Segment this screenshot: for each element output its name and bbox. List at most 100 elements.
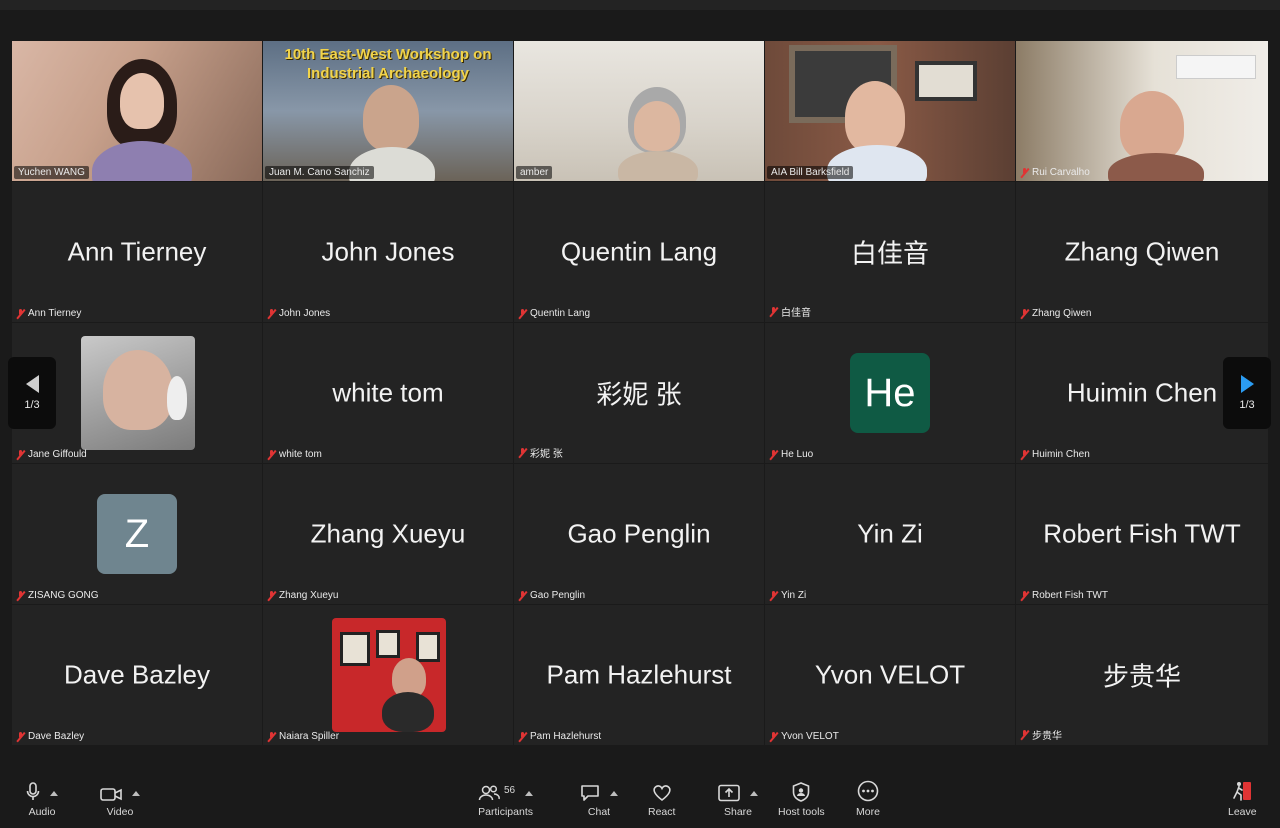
- video-tile-amber[interactable]: amber: [514, 41, 764, 181]
- participants-count: 56: [504, 785, 516, 796]
- muted-mic-icon: [518, 447, 527, 458]
- leave-label: Leave: [1228, 806, 1257, 818]
- muted-mic-icon: [769, 590, 778, 601]
- audio-label: Audio: [28, 806, 56, 818]
- react-button[interactable]: React: [648, 780, 675, 818]
- host-tools-button[interactable]: Host tools: [778, 780, 825, 818]
- muted-mic-icon: [267, 590, 276, 601]
- arrow-right-icon: [1240, 375, 1254, 393]
- participant-display-name: Quentin Lang: [560, 236, 718, 267]
- video-camera-icon: [100, 788, 122, 801]
- participant-display-name: Gao Penglin: [567, 518, 711, 549]
- participant-name-label: Quentin Lang: [518, 308, 590, 319]
- participant-tile[interactable]: Yvon VELOT Yvon VELOT: [765, 605, 1015, 745]
- video-tile-yuchen-wang[interactable]: Yuchen WANG: [12, 41, 262, 181]
- participant-tile[interactable]: 彩妮 张 彩妮 张: [514, 323, 764, 463]
- participant-tile[interactable]: Ann Tierney Ann Tierney: [12, 182, 262, 322]
- muted-mic-icon: [518, 308, 527, 319]
- participant-video: [1016, 41, 1268, 181]
- video-label: Video: [106, 806, 134, 818]
- participant-name-label: Dave Bazley: [16, 731, 84, 742]
- chat-button[interactable]: Chat: [580, 780, 618, 818]
- participant-tile[interactable]: Yin Zi Yin Zi: [765, 464, 1015, 604]
- muted-mic-icon: [769, 731, 778, 742]
- muted-mic-icon: [267, 449, 276, 460]
- participant-name-label: Zhang Xueyu: [267, 590, 339, 601]
- participant-tile[interactable]: John Jones John Jones: [263, 182, 513, 322]
- wall-picture: [915, 61, 977, 101]
- previous-page-button[interactable]: 1/3: [8, 357, 56, 429]
- chat-options-caret-icon[interactable]: [610, 791, 618, 796]
- participant-video: [514, 41, 764, 181]
- participant-name-label: Ann Tierney: [16, 308, 81, 319]
- participants-button[interactable]: 56 Participants: [478, 780, 534, 818]
- participant-name-label: AIA Bill Barksfield: [767, 166, 854, 179]
- participant-name-label: John Jones: [267, 308, 330, 319]
- participant-tile[interactable]: Dave Bazley Dave Bazley: [12, 605, 262, 745]
- participant-tile[interactable]: Gao Penglin Gao Penglin: [514, 464, 764, 604]
- muted-mic-icon: [267, 731, 276, 742]
- participant-name-label: Gao Penglin: [518, 590, 585, 601]
- muted-mic-icon: [267, 308, 276, 319]
- audio-button[interactable]: Audio: [26, 780, 58, 818]
- participant-name-label: Juan M. Cano Sanchiz: [265, 166, 374, 179]
- muted-mic-icon: [1020, 449, 1029, 460]
- window-top-bar: [0, 0, 1280, 10]
- participant-display-name: Yvon VELOT: [814, 659, 966, 690]
- chat-bubble-icon: [581, 785, 599, 801]
- leave-button[interactable]: Leave: [1228, 780, 1257, 818]
- next-page-button[interactable]: 1/3: [1223, 357, 1271, 429]
- share-screen-icon: [718, 784, 740, 802]
- audio-options-caret-icon[interactable]: [50, 791, 58, 796]
- muted-mic-icon: [518, 731, 527, 742]
- participant-tile[interactable]: Naiara Spiller: [263, 605, 513, 745]
- muted-mic-icon: [1020, 167, 1029, 178]
- video-tile-bill-barksfield[interactable]: AIA Bill Barksfield: [765, 41, 1015, 181]
- chat-label: Chat: [587, 806, 611, 818]
- participant-tile[interactable]: Robert Fish TWT Robert Fish TWT: [1016, 464, 1268, 604]
- participant-name-label: amber: [516, 166, 553, 179]
- participant-display-name: John Jones: [321, 236, 455, 267]
- share-button[interactable]: Share: [718, 780, 758, 818]
- participant-video: [765, 41, 1015, 181]
- participant-tile[interactable]: Quentin Lang Quentin Lang: [514, 182, 764, 322]
- participant-name-label: Pam Hazlehurst: [518, 731, 601, 742]
- participant-tile[interactable]: 白佳音 白佳音: [765, 182, 1015, 322]
- participant-tile[interactable]: white tom white tom: [263, 323, 513, 463]
- participant-display-name: white tom: [332, 377, 444, 408]
- muted-mic-icon: [769, 306, 778, 317]
- participant-display-name: Pam Hazlehurst: [546, 659, 732, 690]
- leave-icon: [1233, 782, 1252, 801]
- avatar: Z: [97, 494, 177, 574]
- muted-mic-icon: [16, 449, 25, 460]
- participant-name-label: Jane Giffould: [16, 449, 87, 460]
- shield-icon: [793, 782, 810, 802]
- page-indicator: 1/3: [1239, 399, 1255, 411]
- video-tile-juan-cano[interactable]: 10th East-West Workshop on Industrial Ar…: [263, 41, 513, 181]
- participant-tile[interactable]: Z ZISANG GONG: [12, 464, 262, 604]
- video-tile-rui-carvalho[interactable]: Rui Carvalho: [1016, 41, 1268, 181]
- participant-name-label: 彩妮 张: [518, 445, 563, 460]
- participant-tile[interactable]: He He Luo: [765, 323, 1015, 463]
- participant-video: 10th East-West Workshop on Industrial Ar…: [263, 41, 513, 181]
- participant-tile[interactable]: Pam Hazlehurst Pam Hazlehurst: [514, 605, 764, 745]
- host-tools-label: Host tools: [778, 806, 825, 818]
- muted-mic-icon: [16, 308, 25, 319]
- participant-tile[interactable]: Zhang Xueyu Zhang Xueyu: [263, 464, 513, 604]
- participant-name-label: Robert Fish TWT: [1020, 590, 1108, 601]
- participant-tile[interactable]: Zhang Qiwen Zhang Qiwen: [1016, 182, 1268, 322]
- share-options-caret-icon[interactable]: [750, 791, 758, 796]
- participant-display-name: Yin Zi: [857, 518, 923, 549]
- more-label: More: [856, 806, 880, 818]
- muted-mic-icon: [16, 731, 25, 742]
- participants-options-caret-icon[interactable]: [525, 791, 534, 796]
- video-options-caret-icon[interactable]: [132, 791, 140, 796]
- more-button[interactable]: More: [856, 780, 880, 818]
- profile-photo: [81, 336, 195, 450]
- participant-display-name: 白佳音: [850, 238, 929, 269]
- participant-tile[interactable]: 步贵华 步贵华: [1016, 605, 1268, 745]
- participant-display-name: 彩妮 张: [596, 379, 682, 410]
- video-button[interactable]: Video: [100, 780, 140, 818]
- avatar: He: [850, 353, 930, 433]
- muted-mic-icon: [1020, 308, 1029, 319]
